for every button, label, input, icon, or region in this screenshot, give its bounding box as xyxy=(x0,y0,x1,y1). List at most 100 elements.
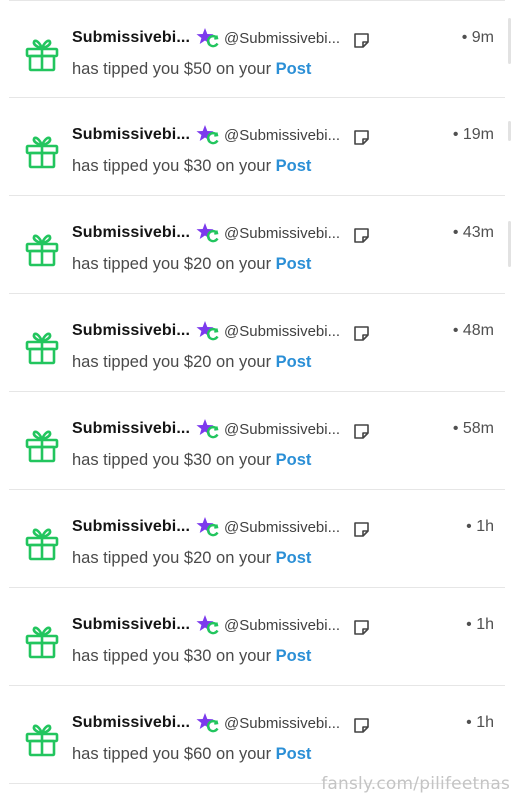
text-prefix: has tipped you xyxy=(72,255,184,273)
notification-text: has tipped you $30 on your Post xyxy=(72,157,311,176)
text-middle: on your xyxy=(211,549,276,567)
sender-name[interactable]: Submissivebi... xyxy=(72,224,190,242)
sender-name[interactable]: Submissivebi... xyxy=(72,714,190,732)
post-link[interactable]: Post xyxy=(276,451,312,469)
notification-text: has tipped you $60 on your Post xyxy=(72,745,311,764)
sender-name[interactable]: Submissivebi... xyxy=(72,616,190,634)
note-icon[interactable] xyxy=(353,423,370,440)
timestamp: • 19m xyxy=(452,126,494,143)
text-middle: on your xyxy=(211,451,276,469)
scrollbar-segment[interactable] xyxy=(508,18,511,64)
sender-handle[interactable]: @Submissivebi... xyxy=(224,421,340,438)
tip-amount: $30 xyxy=(183,157,212,175)
notification-item[interactable]: Submissivebi... @Submissivebi... • 1h ha… xyxy=(9,686,505,784)
post-link[interactable]: Post xyxy=(276,353,312,371)
tip-amount: $50 xyxy=(183,60,212,78)
text-prefix: has tipped you xyxy=(72,60,184,78)
sender-handle[interactable]: @Submissivebi... xyxy=(224,715,340,732)
notification-item[interactable]: Submissivebi... @Submissivebi... • 19m h… xyxy=(9,98,505,196)
sender-handle[interactable]: @Submissivebi... xyxy=(224,30,340,47)
sender-handle[interactable]: @Submissivebi... xyxy=(224,127,340,144)
notification-item[interactable]: Submissivebi... @Submissivebi... • 1h ha… xyxy=(9,490,505,588)
notification-text: has tipped you $30 on your Post xyxy=(72,451,311,470)
sender-name[interactable]: Submissivebi... xyxy=(72,420,190,438)
notification-item[interactable]: Submissivebi... @Submissivebi... • 43m h… xyxy=(9,196,505,294)
post-link[interactable]: Post xyxy=(276,157,312,175)
tip-amount: $20 xyxy=(183,255,212,273)
gift-icon xyxy=(25,332,59,365)
timestamp: • 1h xyxy=(466,714,494,731)
timestamp: • 43m xyxy=(452,224,494,241)
notification-text: has tipped you $20 on your Post xyxy=(72,549,311,568)
timestamp: • 1h xyxy=(466,616,494,633)
sender-name[interactable]: Submissivebi... xyxy=(72,126,190,144)
scrollbar-segment[interactable] xyxy=(508,121,511,141)
tip-amount: $60 xyxy=(183,745,212,763)
text-middle: on your xyxy=(211,255,276,273)
gift-icon xyxy=(25,234,59,267)
tip-amount: $30 xyxy=(183,647,212,665)
verified-star-icon xyxy=(196,517,219,537)
notification-text: has tipped you $50 on your Post xyxy=(72,60,311,79)
notification-text: has tipped you $30 on your Post xyxy=(72,647,311,666)
notification-text: has tipped you $20 on your Post xyxy=(72,255,311,274)
notification-item[interactable]: Submissivebi... @Submissivebi... • 9m ha… xyxy=(9,0,505,98)
timestamp: • 9m xyxy=(461,29,494,46)
notification-item[interactable]: Submissivebi... @Submissivebi... • 1h ha… xyxy=(9,588,505,686)
sender-handle[interactable]: @Submissivebi... xyxy=(224,323,340,340)
post-link[interactable]: Post xyxy=(276,549,312,567)
text-middle: on your xyxy=(211,745,276,763)
gift-icon xyxy=(25,430,59,463)
gift-icon xyxy=(25,528,59,561)
text-prefix: has tipped you xyxy=(72,451,184,469)
text-prefix: has tipped you xyxy=(72,647,184,665)
notification-item[interactable]: Submissivebi... @Submissivebi... • 58m h… xyxy=(9,392,505,490)
verified-star-icon xyxy=(196,125,219,145)
verified-star-icon xyxy=(196,321,219,341)
note-icon[interactable] xyxy=(353,32,370,49)
text-middle: on your xyxy=(211,647,276,665)
post-link[interactable]: Post xyxy=(276,745,312,763)
notifications-screen: Submissivebi... @Submissivebi... • 9m ha… xyxy=(0,0,514,800)
sender-name[interactable]: Submissivebi... xyxy=(72,29,190,47)
sender-handle[interactable]: @Submissivebi... xyxy=(224,225,340,242)
gift-icon xyxy=(25,626,59,659)
sender-name[interactable]: Submissivebi... xyxy=(72,518,190,536)
sender-handle[interactable]: @Submissivebi... xyxy=(224,519,340,536)
timestamp: • 48m xyxy=(452,322,494,339)
post-link[interactable]: Post xyxy=(276,647,312,665)
text-prefix: has tipped you xyxy=(72,157,184,175)
sender-name[interactable]: Submissivebi... xyxy=(72,322,190,340)
verified-star-icon xyxy=(196,615,219,635)
text-prefix: has tipped you xyxy=(72,353,184,371)
tip-amount: $30 xyxy=(183,451,212,469)
tip-amount: $20 xyxy=(183,549,212,567)
post-link[interactable]: Post xyxy=(276,60,312,78)
verified-star-icon xyxy=(196,28,219,48)
text-prefix: has tipped you xyxy=(72,745,184,763)
tip-amount: $20 xyxy=(183,353,212,371)
note-icon[interactable] xyxy=(353,717,370,734)
text-middle: on your xyxy=(211,157,276,175)
verified-star-icon xyxy=(196,713,219,733)
notification-item[interactable]: Submissivebi... @Submissivebi... • 48m h… xyxy=(9,294,505,392)
timestamp: • 1h xyxy=(466,518,494,535)
verified-star-icon xyxy=(196,419,219,439)
verified-star-icon xyxy=(196,223,219,243)
post-link[interactable]: Post xyxy=(276,255,312,273)
text-middle: on your xyxy=(211,60,276,78)
text-middle: on your xyxy=(211,353,276,371)
note-icon[interactable] xyxy=(353,129,370,146)
watermark: fansly.com/pilifeetnas xyxy=(321,774,510,794)
text-prefix: has tipped you xyxy=(72,549,184,567)
scrollbar-segment[interactable] xyxy=(508,221,511,267)
note-icon[interactable] xyxy=(353,325,370,342)
notification-text: has tipped you $20 on your Post xyxy=(72,353,311,372)
note-icon[interactable] xyxy=(353,619,370,636)
gift-icon xyxy=(25,136,59,169)
note-icon[interactable] xyxy=(353,521,370,538)
notification-list: Submissivebi... @Submissivebi... • 9m ha… xyxy=(9,0,505,784)
note-icon[interactable] xyxy=(353,227,370,244)
gift-icon xyxy=(25,39,59,72)
sender-handle[interactable]: @Submissivebi... xyxy=(224,617,340,634)
